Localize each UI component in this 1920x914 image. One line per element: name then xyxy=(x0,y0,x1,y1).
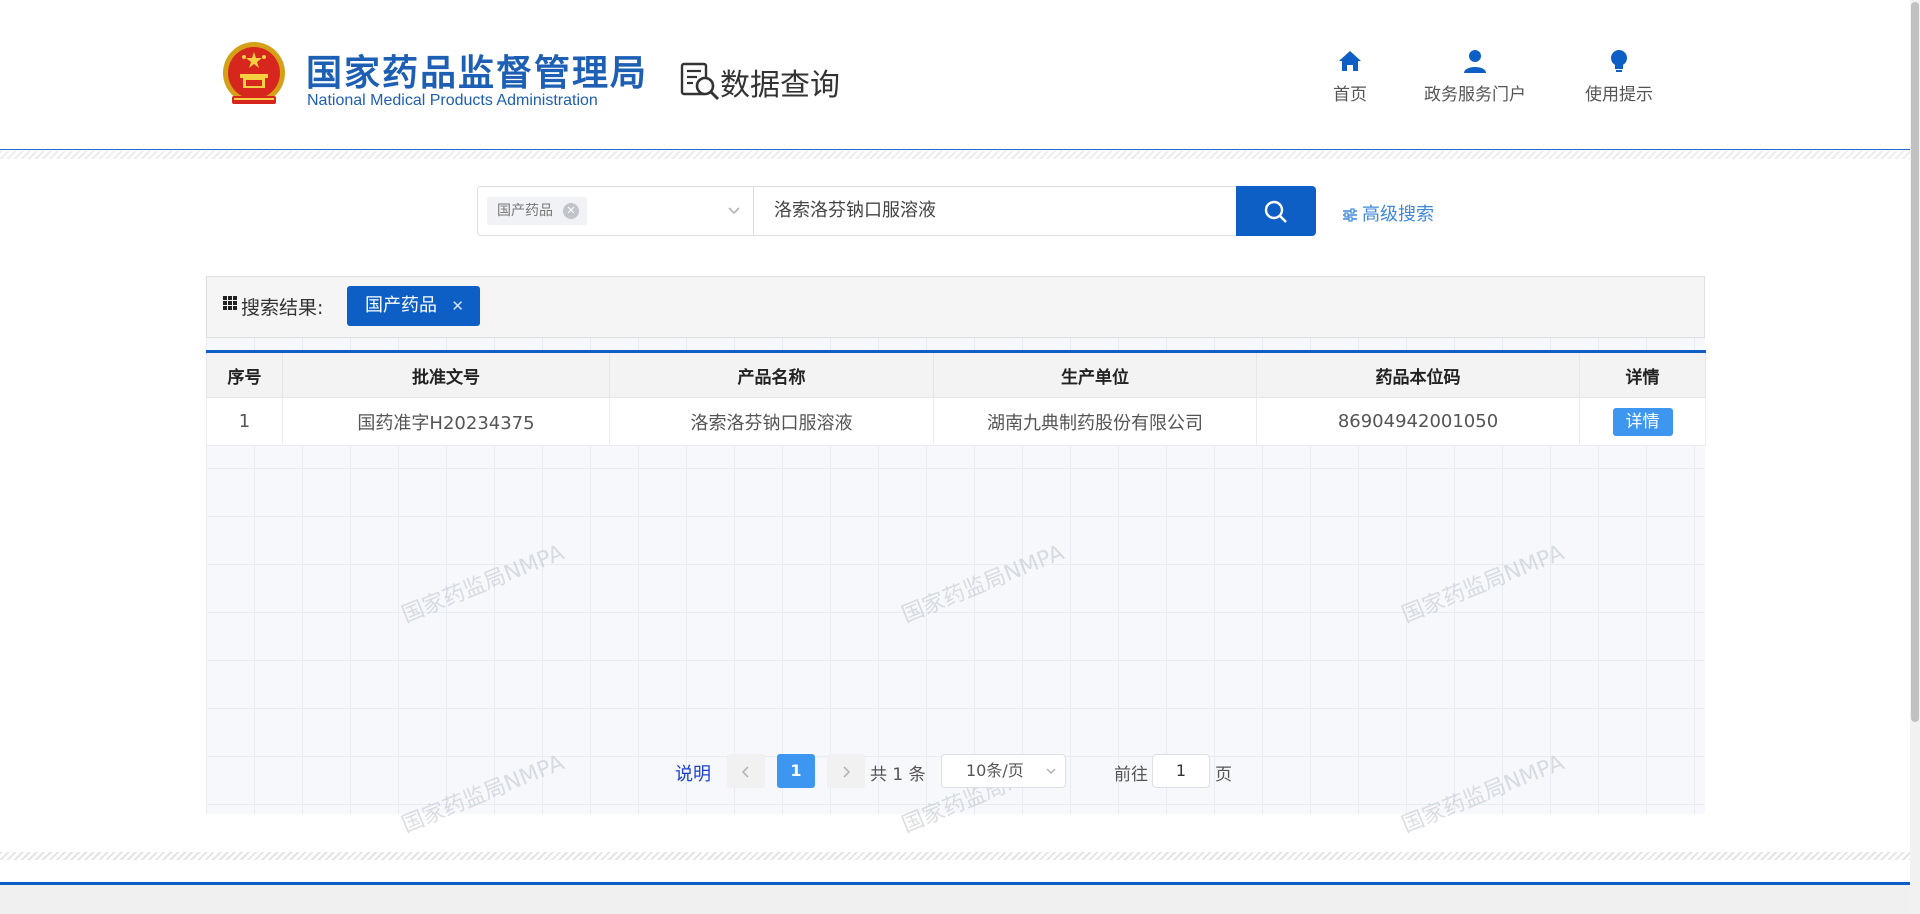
national-emblem-icon xyxy=(223,42,285,104)
watermark: 国家药监局NMPA xyxy=(1398,540,1568,629)
column-header: 药品本位码 xyxy=(1256,351,1580,398)
category-tag-remove-icon[interactable]: ✕ xyxy=(563,203,579,219)
page-number-current[interactable]: 1 xyxy=(777,754,815,788)
table-header-row: 序号 批准文号 产品名称 生产单位 药品本位码 详情 xyxy=(206,351,1706,398)
nav-service-portal[interactable]: 政务服务门户 xyxy=(1424,48,1526,105)
search-icon xyxy=(1264,200,1287,223)
user-icon xyxy=(1464,50,1486,73)
nav-home[interactable]: 首页 xyxy=(1333,48,1367,105)
pagination-note-link[interactable]: 说明 xyxy=(675,760,711,786)
scrollbar-thumb[interactable] xyxy=(1911,2,1919,722)
nav-home-label: 首页 xyxy=(1333,85,1367,105)
prev-page-button[interactable] xyxy=(727,754,765,788)
page-title: 数据查询 xyxy=(720,68,840,103)
cell-product-name: 洛索洛芬钠口服溶液 xyxy=(609,397,934,446)
goto-prefix: 前往 xyxy=(1114,765,1148,785)
column-header: 详情 xyxy=(1579,351,1706,398)
goto-suffix: 页 xyxy=(1215,765,1232,785)
data-query-icon xyxy=(680,62,720,101)
cell-drug-code: 86904942001050 xyxy=(1256,397,1580,446)
logo-english-name: National Medical Products Administration xyxy=(307,92,598,109)
page: 国家药品监督管理局 National Medical Products Admi… xyxy=(0,0,1920,914)
column-header: 批准文号 xyxy=(282,351,610,398)
logo-chinese-name: 国家药品监督管理局 xyxy=(306,53,649,94)
detail-button[interactable]: 详情 xyxy=(1612,407,1673,436)
goto-page-input[interactable]: 1 xyxy=(1152,754,1210,788)
column-header: 产品名称 xyxy=(609,351,934,398)
table-row: 1 国药准字H20234375 洛索洛芬钠口服溶液 湖南九典制药股份有限公司 8… xyxy=(206,397,1706,446)
pagination-total: 共 1 条 xyxy=(870,765,926,785)
grid-icon xyxy=(223,296,237,310)
nav-usage-tips[interactable]: 使用提示 xyxy=(1585,48,1653,105)
chevron-right-icon xyxy=(843,765,851,778)
advanced-search-link[interactable]: 高级搜索 xyxy=(1342,200,1434,226)
active-filter-label: 国产药品 xyxy=(365,295,437,316)
sliders-icon xyxy=(1343,208,1357,222)
next-page-button[interactable] xyxy=(827,754,865,788)
page-size-value: 10条/页 xyxy=(966,761,1024,780)
home-icon xyxy=(1339,51,1361,71)
column-header: 序号 xyxy=(206,351,283,398)
search-input[interactable]: 洛索洛芬钠口服溶液 xyxy=(754,186,1238,236)
column-header: 生产单位 xyxy=(933,351,1257,398)
active-filter-tag[interactable]: 国产药品 ✕ xyxy=(347,286,480,326)
header-divider-stripe xyxy=(0,151,1910,159)
watermark: 国家药监局NMPA xyxy=(898,540,1068,629)
footer-divider-stripe xyxy=(0,852,1910,860)
search-button[interactable] xyxy=(1236,186,1316,236)
chevron-down-icon xyxy=(1046,768,1056,775)
results-table: 序号 批准文号 产品名称 生产单位 药品本位码 详情 1 国药准字H202343… xyxy=(206,350,1706,446)
category-tag: 国产药品 ✕ xyxy=(487,197,587,225)
nav-usage-tips-label: 使用提示 xyxy=(1585,85,1653,105)
search-results-label: 搜索结果: xyxy=(241,297,324,319)
cell-detail: 详情 xyxy=(1579,397,1706,446)
watermark: 国家药监局NMPA xyxy=(398,540,568,629)
cell-approval-number: 国药准字H20234375 xyxy=(282,397,610,446)
page-size-select[interactable]: 10条/页 xyxy=(941,754,1066,788)
lightbulb-icon xyxy=(1611,50,1627,72)
site-header: 国家药品监督管理局 National Medical Products Admi… xyxy=(0,0,1910,150)
chevron-left-icon xyxy=(741,765,749,778)
cell-index: 1 xyxy=(206,397,283,446)
watermark: 国家药监局NMPA xyxy=(398,750,568,839)
close-icon[interactable]: ✕ xyxy=(451,286,464,326)
category-select[interactable]: 国产药品 ✕ xyxy=(477,186,754,236)
chevron-down-icon xyxy=(728,207,740,215)
nav-service-portal-label: 政务服务门户 xyxy=(1424,85,1526,105)
search-results-bar: 搜索结果: 国产药品 ✕ xyxy=(206,276,1705,338)
cell-manufacturer: 湖南九典制药股份有限公司 xyxy=(933,397,1257,446)
category-tag-label: 国产药品 xyxy=(497,203,553,219)
watermark: 国家药监局NMPA xyxy=(1398,750,1568,839)
advanced-search-label: 高级搜索 xyxy=(1362,204,1434,225)
site-footer xyxy=(0,882,1910,914)
vertical-scrollbar[interactable] xyxy=(1910,0,1920,914)
